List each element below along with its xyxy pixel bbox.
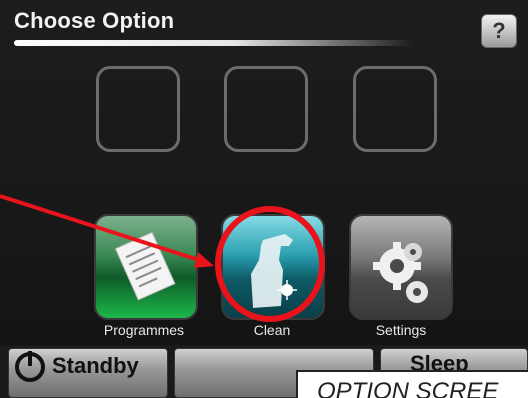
arrowhead-icon <box>194 252 214 268</box>
device-screen: Choose Option ? Programmes Clean Setting… <box>0 0 528 398</box>
caption-text: OPTION SCREE <box>317 378 499 398</box>
annotation-arrow-line <box>0 194 206 264</box>
annotation-overlay <box>0 194 325 322</box>
photo-frame: Choose Option ? Programmes Clean Setting… <box>0 0 528 398</box>
highlight-circle <box>215 206 325 322</box>
